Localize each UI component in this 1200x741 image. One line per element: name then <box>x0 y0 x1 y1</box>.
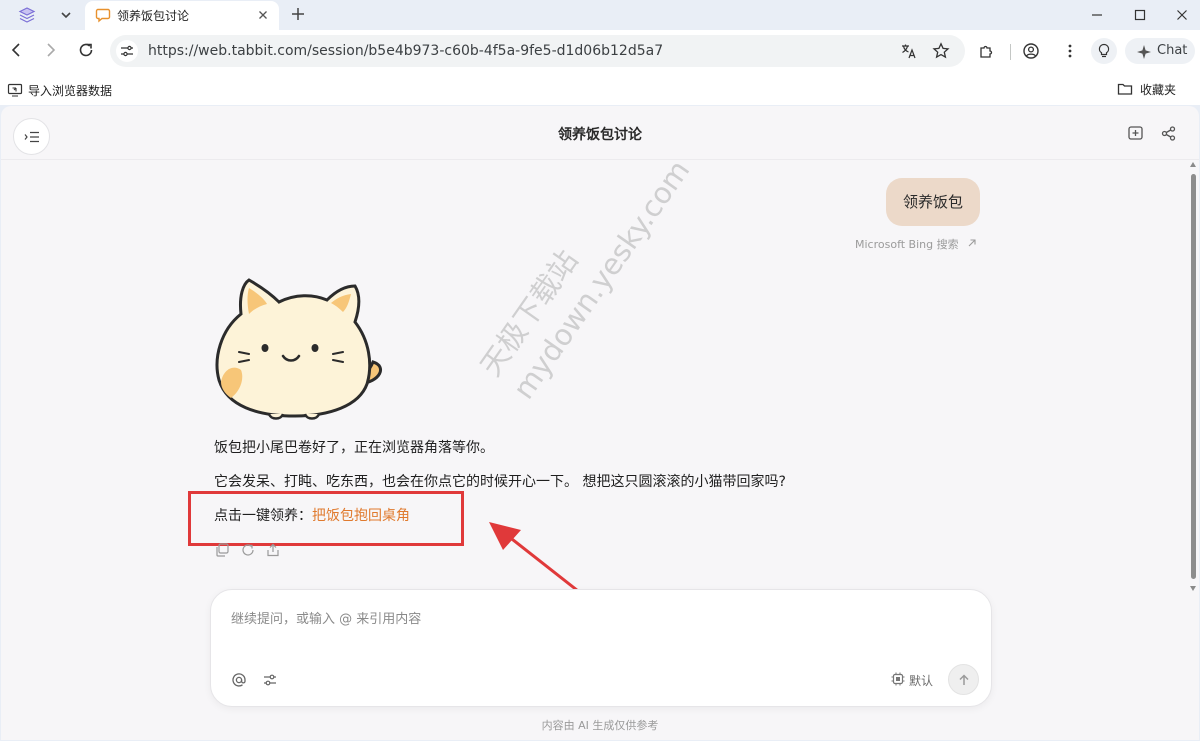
chat-button-label: Chat <box>1157 43 1188 58</box>
model-selector[interactable]: 默认 <box>909 672 933 689</box>
star-icon[interactable] <box>932 42 950 60</box>
bookmark-import-data[interactable]: 导入浏览器数据 <box>28 82 112 99</box>
toolbar-divider <box>1010 44 1011 60</box>
scroll-up-arrow[interactable] <box>1190 162 1196 167</box>
assistant-text-line-1: 饭包把小尾巴卷好了，正在浏览器角落等你。 <box>214 440 494 456</box>
site-settings-icon[interactable] <box>116 40 138 62</box>
arrow-left-icon[interactable] <box>7 40 27 60</box>
chat-bubble-icon <box>95 7 111 23</box>
profile-icon[interactable] <box>1022 42 1040 60</box>
plus-icon[interactable] <box>289 5 307 23</box>
tab-title: 领养饭包讨论 <box>117 9 190 23</box>
scrollbar-thumb[interactable] <box>1191 174 1196 579</box>
arrow-right-icon[interactable] <box>40 40 60 60</box>
share-icon[interactable] <box>1160 125 1177 142</box>
layers-icon[interactable] <box>18 6 36 24</box>
chip-icon[interactable] <box>891 672 905 686</box>
lightbulb-button[interactable] <box>1091 38 1117 64</box>
close-icon[interactable] <box>255 7 271 23</box>
address-bar[interactable]: https://web.tabbit.com/session/b5e4b973-… <box>110 35 965 67</box>
scroll-down-arrow[interactable] <box>1190 586 1196 591</box>
chevron-down-icon[interactable] <box>57 6 75 24</box>
translate-icon[interactable] <box>900 42 918 60</box>
assistant-text-line-2: 它会发呆、打盹、吃东西，也会在你点它的时候开心一下。 想把这只圆滚滚的小猫带回家… <box>214 474 786 490</box>
upload-share-icon[interactable] <box>265 542 281 558</box>
settings-sliders-icon[interactable] <box>262 672 278 688</box>
sparkle-icon <box>1137 45 1151 59</box>
bookmark-folder-favorites[interactable]: 收藏夹 <box>1140 81 1176 98</box>
new-chat-icon[interactable] <box>1127 125 1144 142</box>
at-mention-icon[interactable] <box>231 672 247 688</box>
cat-mascot-image <box>209 274 389 420</box>
ai-disclaimer: 内容由 AI 生成仅供参考 <box>541 719 659 732</box>
annotation-highlight-box <box>188 491 464 546</box>
maximize-icon[interactable] <box>1130 5 1150 25</box>
folder-icon[interactable] <box>1117 81 1133 97</box>
reload-icon[interactable] <box>76 40 96 60</box>
arrow-up-icon <box>959 674 969 685</box>
browser-tab[interactable]: 领养饭包讨论 <box>85 1 279 30</box>
window-close-icon[interactable] <box>1172 5 1192 25</box>
chat-button[interactable]: Chat <box>1125 38 1195 64</box>
external-link-icon[interactable] <box>967 238 977 248</box>
tab-strip: 领养饭包讨论 <box>0 0 1200 30</box>
bookmarks-bar: 导入浏览器数据 收藏夹 <box>0 73 1200 105</box>
more-vertical-icon[interactable] <box>1061 42 1079 60</box>
copy-icon[interactable] <box>214 542 230 558</box>
minimize-icon[interactable] <box>1087 5 1107 25</box>
extensions-icon[interactable] <box>978 42 996 60</box>
bing-search-link[interactable]: Microsoft Bing 搜索 <box>855 236 959 252</box>
page-title: 领养饭包讨论 <box>558 127 642 143</box>
chat-composer: 默认 <box>210 589 992 707</box>
chat-header: 领养饭包讨论 <box>1 106 1199 160</box>
import-icon[interactable] <box>7 82 23 98</box>
regenerate-icon[interactable] <box>240 542 256 558</box>
chat-page: 领养饭包讨论 天极下载站 mydown.yesky.com 领养饭包 Micro… <box>1 106 1199 740</box>
send-button[interactable] <box>948 664 979 695</box>
url-text[interactable]: https://web.tabbit.com/session/b5e4b973-… <box>148 43 663 59</box>
browser-toolbar: https://web.tabbit.com/session/b5e4b973-… <box>0 30 1200 73</box>
user-message-bubble: 领养饭包 <box>886 178 980 226</box>
chat-input[interactable] <box>231 608 971 630</box>
